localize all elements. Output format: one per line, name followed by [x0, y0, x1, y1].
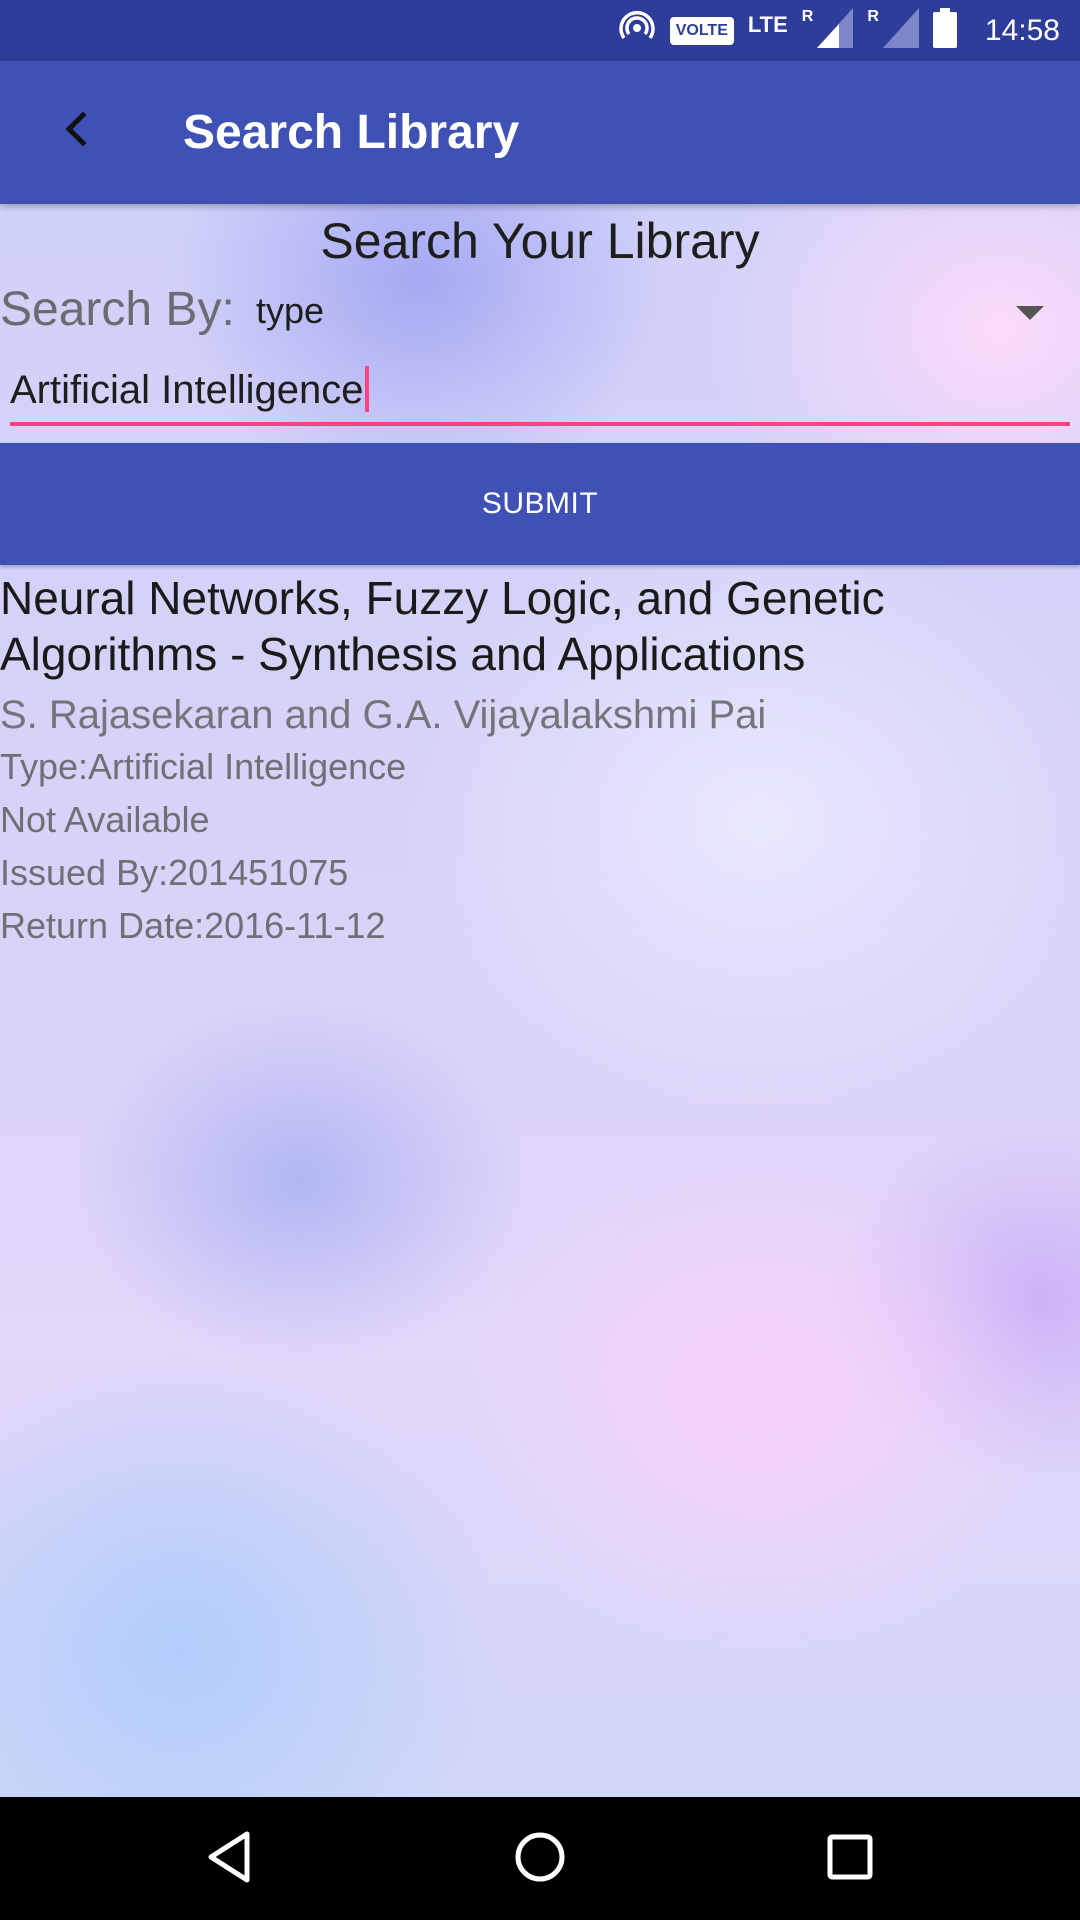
- book-type: Type:Artificial Intelligence: [0, 746, 407, 787]
- square-recents-icon: [826, 1833, 874, 1886]
- list-item[interactable]: Neural Networks, Fuzzy Logic, and Geneti…: [0, 570, 1080, 952]
- nav-home-button[interactable]: [500, 1819, 580, 1899]
- chevron-left-icon: [61, 109, 91, 154]
- search-input-value: Artificial Intelligence: [10, 368, 364, 412]
- lte-label: LTE: [747, 11, 788, 37]
- roaming-indicator-2: R: [867, 7, 879, 25]
- book-availability: Not Available: [0, 799, 210, 840]
- volte-badge: VOLTE: [669, 16, 734, 45]
- search-by-selected-value: type: [256, 290, 325, 331]
- battery-icon: [932, 8, 957, 53]
- text-cursor: [364, 366, 369, 413]
- book-return-date: Return Date:2016-11-12: [0, 905, 386, 946]
- app-bar: Search Library: [0, 61, 1080, 204]
- signal-icon: [817, 8, 854, 53]
- search-input[interactable]: Artificial Intelligence: [10, 362, 1070, 426]
- book-title: Neural Networks, Fuzzy Logic, and Geneti…: [0, 572, 885, 680]
- search-by-dropdown[interactable]: type: [250, 282, 1070, 342]
- book-issued-by: Issued By:201451075: [0, 852, 349, 893]
- triangle-back-icon: [205, 1830, 255, 1889]
- page-title: Search Library: [183, 106, 520, 159]
- circle-home-icon: [513, 1830, 567, 1889]
- book-author: S. Rajasekaran and G.A. Vijayalakshmi Pa…: [0, 693, 767, 737]
- back-button[interactable]: [44, 99, 108, 163]
- clock: 14:58: [984, 13, 1060, 47]
- search-heading: Search Your Library: [320, 213, 760, 269]
- roaming-indicator: R: [801, 7, 814, 25]
- nav-recents-button[interactable]: [810, 1819, 890, 1899]
- nav-back-button[interactable]: [190, 1819, 270, 1899]
- hotspot-icon: [618, 9, 656, 52]
- signal-icon-2: [882, 8, 919, 53]
- status-bar: VOLTE LTE R R 14:58: [0, 0, 1080, 61]
- navigation-bar: [0, 1797, 1080, 1920]
- search-by-label: Search By:: [0, 283, 235, 336]
- submit-button[interactable]: SUBMIT: [0, 443, 1080, 565]
- dropdown-arrow-icon: [1016, 306, 1044, 320]
